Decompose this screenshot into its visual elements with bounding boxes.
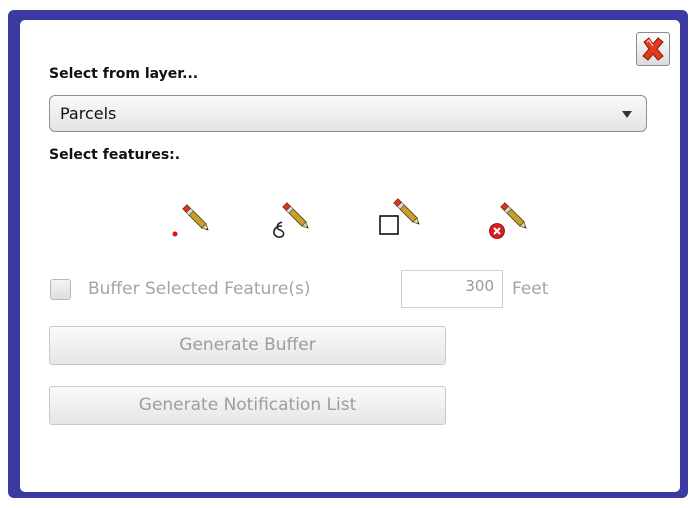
chevron-down-icon [622,111,632,118]
point-select-tool[interactable] [170,196,214,240]
pencil-point-icon [172,204,209,237]
pencil-rectangle-icon [379,198,420,235]
pencil-freehand-icon [273,202,309,238]
buffer-checkbox[interactable] [50,279,71,300]
select-features-label: Select features:. [49,147,181,163]
generate-notification-list-button[interactable]: Generate Notification List [49,386,446,425]
rectangle-select-tool[interactable] [377,194,421,238]
select-layer-label: Select from layer... [49,66,199,82]
close-button[interactable] [636,32,670,66]
layer-select[interactable]: Parcels [49,95,647,132]
pencil-clear-icon [489,202,527,239]
buffer-distance-input[interactable]: 300 [401,270,503,308]
close-icon [642,37,664,61]
freehand-select-tool[interactable] [268,196,312,240]
clear-selection-tool[interactable] [486,196,530,240]
buffer-unit-label: Feet [512,279,549,299]
layer-select-value: Parcels [60,104,117,123]
generate-buffer-button[interactable]: Generate Buffer [49,326,446,365]
buffer-checkbox-label: Buffer Selected Feature(s) [88,279,311,299]
